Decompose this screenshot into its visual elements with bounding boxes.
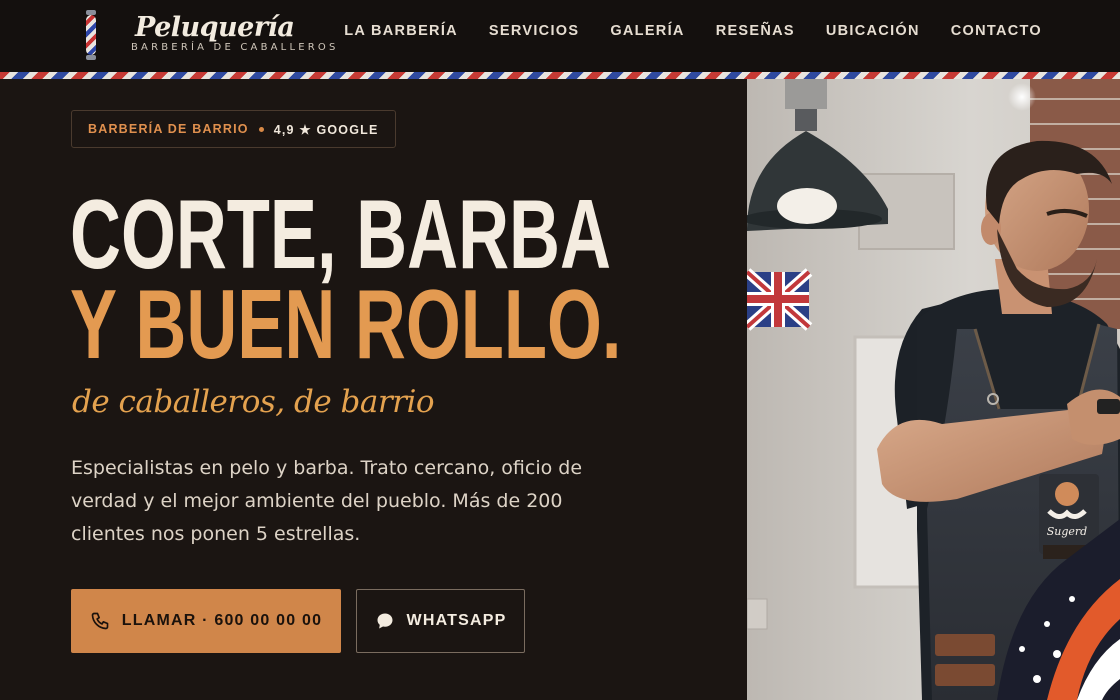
nav-resenas[interactable]: RESEÑAS (716, 23, 795, 39)
barber-pole-icon (84, 10, 98, 60)
barber-stripe-divider (0, 72, 1120, 79)
phone-icon (91, 612, 109, 630)
nav-galeria[interactable]: GALERÍA (610, 23, 684, 39)
badge-label: BARBERÍA DE BARRIO (88, 122, 249, 136)
hero-section: BARBERÍA DE BARRIO 4,9 ★ GOOGLE CORTE, B… (0, 79, 747, 700)
hero-badge: BARBERÍA DE BARRIO 4,9 ★ GOOGLE (71, 110, 396, 148)
badge-rating: 4,9 ★ GOOGLE (273, 122, 379, 137)
barber-photo-illustration: Sugerd (747, 79, 1120, 700)
whatsapp-button[interactable]: WHATSAPP (356, 589, 525, 653)
hero-photo: Sugerd (747, 79, 1120, 700)
top-navbar: Peluquería BARBERÍA DE CABALLEROS LA BAR… (0, 0, 1120, 72)
nav-ubicacion[interactable]: UBICACIÓN (826, 23, 920, 39)
whatsapp-button-label: WHATSAPP (406, 612, 507, 629)
call-button[interactable]: LLAMAR · 600 00 00 00 (71, 589, 341, 653)
hero-script-subtitle: de caballeros, de barrio (72, 384, 435, 420)
nav-servicios[interactable]: SERVICIOS (489, 23, 579, 39)
nav-la-barberia[interactable]: LA BARBERÍA (344, 23, 458, 39)
brand-name: Peluquería (135, 12, 295, 43)
chat-bubble-icon (377, 613, 393, 629)
union-jack-flag (747, 268, 813, 331)
call-button-label: LLAMAR · 600 00 00 00 (121, 612, 323, 629)
nav-contacto[interactable]: CONTACTO (951, 23, 1042, 39)
apron-logo-text: Sugerd (1047, 525, 1087, 538)
hero-description: Especialistas en pelo y barba. Trato cer… (71, 457, 583, 545)
badge-dot (258, 126, 264, 132)
hero-title-line2: Y BUEN ROLLO. (70, 269, 622, 379)
main-menu: LA BARBERÍA SERVICIOS GALERÍA RESEÑAS UB… (344, 23, 1042, 39)
brand-tagline: BARBERÍA DE CABALLEROS (131, 42, 339, 53)
